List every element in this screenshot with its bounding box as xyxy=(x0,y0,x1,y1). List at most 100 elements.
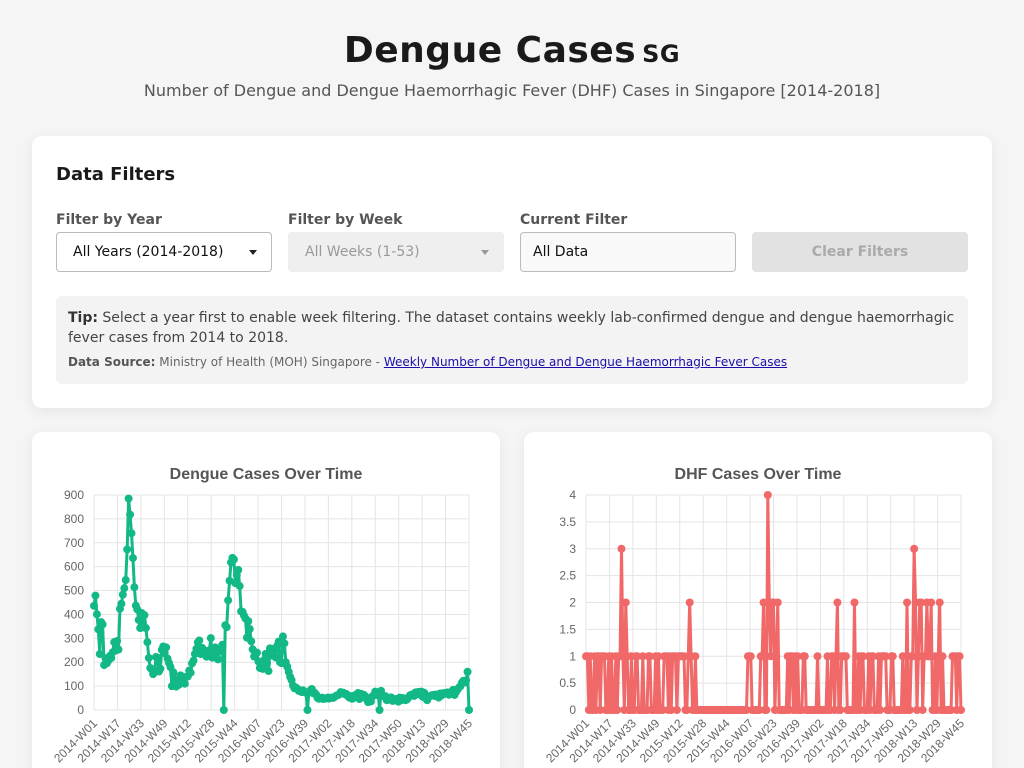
year-filter-label: Filter by Year xyxy=(56,212,162,228)
dhf-data-point[interactable] xyxy=(903,598,912,607)
dhf-data-point[interactable] xyxy=(762,706,771,714)
dhf-data-point[interactable] xyxy=(850,598,859,607)
dengue-data-point[interactable] xyxy=(463,667,472,676)
week-select[interactable]: All Weeks (1-53) xyxy=(288,232,504,272)
dengue-chart: 01002003004005006007008009002014-W012014… xyxy=(51,488,475,765)
dhf-data-point[interactable] xyxy=(617,544,626,553)
dhf-data-point[interactable] xyxy=(841,652,850,661)
dengue-y-tick-label: 700 xyxy=(64,536,84,550)
dhf-data-point[interactable] xyxy=(836,706,845,714)
dhf-data-point[interactable] xyxy=(888,652,897,661)
week-filter-group: Filter by Week All Weeks (1-53) xyxy=(288,212,504,272)
dengue-data-point[interactable] xyxy=(206,634,215,643)
dengue-data-point[interactable] xyxy=(130,583,139,592)
dhf-data-point[interactable] xyxy=(910,544,919,553)
dengue-data-point[interactable] xyxy=(90,601,98,610)
dengue-data-point[interactable] xyxy=(264,667,273,676)
dengue-data-point[interactable] xyxy=(462,676,471,685)
dhf-data-point[interactable] xyxy=(905,706,914,714)
dengue-data-point[interactable] xyxy=(222,623,231,632)
dengue-data-point[interactable] xyxy=(224,596,233,605)
dhf-data-point[interactable] xyxy=(876,706,885,714)
dengue-data-point[interactable] xyxy=(229,555,238,564)
dengue-data-point[interactable] xyxy=(218,640,227,649)
dengue-data-point[interactable] xyxy=(114,645,123,654)
data-source-link[interactable]: Weekly Number of Dengue and Dengue Haemo… xyxy=(384,355,787,369)
chevron-down-icon xyxy=(481,250,489,255)
dhf-data-point[interactable] xyxy=(813,652,822,661)
dengue-data-point[interactable] xyxy=(186,668,195,677)
dhf-data-point[interactable] xyxy=(613,706,622,714)
dhf-data-point[interactable] xyxy=(800,652,809,661)
dhf-data-point[interactable] xyxy=(773,598,782,607)
dhf-data-point[interactable] xyxy=(621,598,630,607)
year-select[interactable]: All Years (2014-2018) xyxy=(56,232,272,272)
dengue-data-point[interactable] xyxy=(127,529,136,538)
dengue-data-point[interactable] xyxy=(121,576,130,585)
dengue-data-point[interactable] xyxy=(124,494,133,503)
dengue-data-point[interactable] xyxy=(278,632,287,641)
dengue-data-point[interactable] xyxy=(263,659,272,668)
dengue-data-point[interactable] xyxy=(214,655,223,664)
dengue-data-point[interactable] xyxy=(123,545,132,554)
dhf-data-point[interactable] xyxy=(938,652,947,661)
dengue-data-point[interactable] xyxy=(153,653,162,662)
dengue-data-point[interactable] xyxy=(156,664,165,673)
dhf-data-point[interactable] xyxy=(772,652,781,661)
dhf-chart: 00.511.522.533.542014-W012014-W172014-W3… xyxy=(543,488,967,765)
page-title-badge: SG xyxy=(642,40,681,68)
dengue-y-tick-label: 800 xyxy=(64,512,84,526)
dengue-data-point[interactable] xyxy=(375,706,384,714)
dengue-data-point[interactable] xyxy=(245,625,254,634)
dhf-data-point[interactable] xyxy=(763,491,772,499)
dengue-data-point[interactable] xyxy=(117,599,126,608)
dhf-y-tick-label: 3.5 xyxy=(559,515,576,529)
dhf-data-point[interactable] xyxy=(685,598,694,607)
dengue-data-point[interactable] xyxy=(195,636,204,645)
dengue-data-point[interactable] xyxy=(144,653,153,662)
dengue-data-point[interactable] xyxy=(92,610,101,619)
dhf-data-point[interactable] xyxy=(955,652,964,661)
dengue-data-point[interactable] xyxy=(169,668,178,677)
dengue-data-point[interactable] xyxy=(91,591,100,600)
dhf-data-point[interactable] xyxy=(672,706,681,714)
dengue-data-point[interactable] xyxy=(219,706,228,714)
dengue-data-point[interactable] xyxy=(234,566,243,575)
dengue-data-point[interactable] xyxy=(235,582,244,591)
dhf-data-point[interactable] xyxy=(833,598,842,607)
dengue-data-point[interactable] xyxy=(141,624,150,633)
dhf-data-point[interactable] xyxy=(957,706,965,714)
clear-filters-button[interactable]: Clear Filters xyxy=(752,232,968,272)
dhf-y-tick-label: 3 xyxy=(569,542,576,556)
dengue-data-point[interactable] xyxy=(189,656,198,665)
dhf-data-point[interactable] xyxy=(746,652,755,661)
dhf-chart-card: DHF Cases Over Time 0 0.5 1 1.5 2 2.5 3 3.5 4 201… xyxy=(524,432,992,768)
dhf-data-point[interactable] xyxy=(691,652,700,661)
dengue-data-point[interactable] xyxy=(303,706,312,714)
dengue-data-point[interactable] xyxy=(113,636,122,645)
dengue-data-point[interactable] xyxy=(252,648,261,657)
dhf-y-tick-label: 1 xyxy=(569,649,576,663)
dhf-data-point[interactable] xyxy=(758,652,767,661)
dengue-data-point[interactable] xyxy=(180,679,189,688)
year-filter-group: Filter by Year All Years (2014-2018) xyxy=(56,212,272,272)
dengue-data-point[interactable] xyxy=(465,706,473,714)
dengue-data-point[interactable] xyxy=(280,639,289,648)
dengue-data-point[interactable] xyxy=(162,643,171,652)
dengue-data-point[interactable] xyxy=(128,554,137,563)
dhf-y-tick-label: 0.5 xyxy=(559,676,576,690)
dengue-data-point[interactable] xyxy=(98,620,107,629)
dengue-data-point[interactable] xyxy=(120,584,129,593)
dhf-y-tick-label: 1.5 xyxy=(559,622,576,636)
dengue-data-point[interactable] xyxy=(143,638,152,647)
current-filter-field[interactable]: All Data xyxy=(520,232,736,272)
dhf-data-point[interactable] xyxy=(935,598,944,607)
page-header: Dengue Cases SG Number of Dengue and Deng… xyxy=(0,30,1024,100)
dhf-data-point[interactable] xyxy=(898,652,907,661)
dhf-data-point[interactable] xyxy=(918,706,927,714)
dengue-data-point[interactable] xyxy=(126,510,135,519)
dengue-data-point[interactable] xyxy=(140,611,149,620)
dengue-data-point[interactable] xyxy=(244,617,253,626)
dengue-data-point[interactable] xyxy=(247,637,256,646)
dhf-data-point[interactable] xyxy=(927,598,936,607)
